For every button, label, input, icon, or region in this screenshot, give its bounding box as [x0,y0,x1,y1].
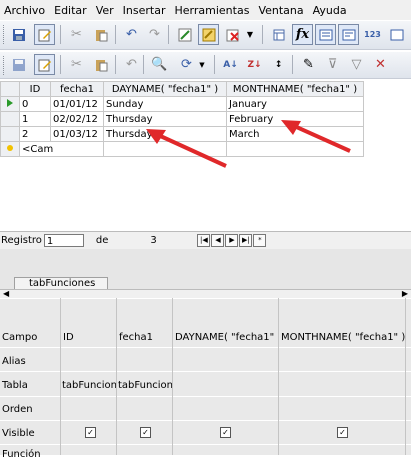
field-cell[interactable]: MONTHNAME( "fecha1" ) [281,332,405,343]
redo-icon[interactable]: ↷ [144,24,165,45]
last-record-button[interactable]: ▶| [239,234,253,247]
row-label-visible: Visible [2,428,35,439]
design-view-icon[interactable] [174,24,195,45]
menu-editar[interactable]: Editar [50,4,92,17]
table-cell[interactable]: January [226,96,364,112]
row-header[interactable] [0,126,20,142]
chevron-down-icon[interactable]: ▼ [196,54,208,75]
chevron-down-icon[interactable]: ▼ [244,24,256,45]
table-window-title: tabFunciones [29,278,96,289]
add-table-icon[interactable] [268,24,289,45]
cut-icon[interactable]: ✂ [66,24,87,45]
new-record-cell[interactable]: <Cam [19,141,104,157]
row-label-orden: Orden [2,404,33,415]
sort-icon[interactable]: ↕ [268,54,289,75]
record-number-input[interactable]: 1 [43,234,84,247]
undo-icon[interactable]: ↶ [121,24,142,45]
row-header[interactable] [0,111,20,127]
menu-herramientas[interactable]: Herramientas [171,4,255,17]
previous-record-button[interactable]: ◀ [211,234,225,247]
sort-descending-icon[interactable]: Z↓ [244,54,265,75]
table-names-icon[interactable] [338,24,359,45]
red-arrow-annotation [281,120,351,153]
table-cell[interactable]: 02/02/12 [50,111,104,127]
first-record-button[interactable]: |◀ [197,234,211,247]
scroll-right-icon[interactable]: ▶ [402,289,408,298]
result-grid: ID fecha1 DAYNAME( "fecha1" ) MONTHNAME(… [0,81,411,231]
column-header[interactable]: fecha1 [50,81,104,97]
corner-cell[interactable] [0,81,20,97]
red-arrow-annotation [146,129,227,168]
toolbar-grip[interactable] [3,25,7,44]
record-navigation-bar: Registro 1 de 3 |◀ ◀ ▶ ▶| * [0,231,411,249]
menu-ver[interactable]: Ver [92,4,119,17]
record-count: 3 [150,235,157,246]
edit-icon[interactable] [34,24,55,45]
delete-query-icon[interactable] [222,24,243,45]
field-cell[interactable]: ID [63,332,115,343]
paste-icon[interactable] [90,54,111,75]
visible-checkbox[interactable]: ✓ [85,427,96,438]
table-cell[interactable]: 01/01/12 [50,96,104,112]
save-record-icon[interactable] [8,54,29,75]
column-header[interactable]: DAYNAME( "fecha1" ) [103,81,227,97]
functions-icon[interactable]: fx [292,24,313,45]
table-cell[interactable]: Thursday [103,111,227,127]
find-icon[interactable]: 🔍 [149,54,170,75]
column-header[interactable]: ID [19,81,51,97]
current-row-marker[interactable] [0,96,20,112]
table-row[interactable]: 0 01/01/12 Sunday January [0,96,364,112]
distinct-icon[interactable] [386,24,407,45]
paste-icon[interactable] [90,24,111,45]
query-design-grid: Campo Alias Tabla Orden Visible Función … [0,298,411,460]
new-record-button[interactable]: * [253,234,267,247]
table-cell[interactable]: tabFuncion [118,380,172,391]
alias-icon[interactable] [315,24,336,45]
sql-view-icon[interactable] [198,24,219,45]
of-label: de [95,235,109,246]
visible-checkbox[interactable]: ✓ [337,427,348,438]
remove-filter-icon[interactable]: ✕ [370,54,391,75]
refresh-icon[interactable]: ⟳ [176,54,197,75]
table-layout-area: tabFunciones [0,249,411,291]
autofilter-icon[interactable]: ✎ [298,54,319,75]
row-label-alias: Alias [2,356,26,367]
limit-icon[interactable]: 123 [362,24,383,45]
new-row-marker[interactable] [0,141,20,157]
visible-checkbox[interactable]: ✓ [220,427,231,438]
menu-bar: Archivo Editar Ver Insertar Herramientas… [0,0,411,20]
table-cell[interactable]: 2 [19,126,51,142]
undo-icon[interactable]: ↶ [121,54,142,75]
table-cell[interactable]: Sunday [103,96,227,112]
toolbar-grip[interactable] [3,56,7,75]
cut-icon[interactable]: ✂ [66,54,87,75]
query-design-toolbar: ✂ ↶ ↷ ▼ fx 123 [0,21,411,50]
menu-archivo[interactable]: Archivo [0,4,50,17]
record-label: Registro [1,235,42,246]
table-cell[interactable]: 0 [19,96,51,112]
sort-ascending-icon[interactable]: A↓ [220,54,241,75]
scroll-left-icon[interactable]: ◀ [3,289,9,298]
menu-ayuda[interactable]: Ayuda [309,4,352,17]
field-cell[interactable]: fecha1 [119,332,171,343]
table-data-toolbar: ✂ ↶ 🔍 ⟳ ▼ A↓ Z↓ ↕ ✎ ⊽ ▽ ✕ [0,52,411,79]
column-header[interactable]: MONTHNAME( "fecha1" ) [226,81,364,97]
table-cell[interactable]: 1 [19,111,51,127]
row-label-campo: Campo [2,332,38,343]
next-record-button[interactable]: ▶ [225,234,239,247]
menu-ventana[interactable]: Ventana [254,4,308,17]
field-cell[interactable]: DAYNAME( "fecha1" ) [175,332,277,343]
save-icon[interactable] [8,24,29,45]
table-cell[interactable]: tabFuncion [62,380,116,391]
filter-icon[interactable]: ⊽ [322,54,343,75]
table-cell[interactable]: 01/03/12 [50,126,104,142]
edit-data-icon[interactable] [34,54,55,75]
menu-insertar[interactable]: Insertar [119,4,171,17]
standard-filter-icon[interactable]: ▽ [346,54,367,75]
row-label-tabla: Tabla [2,380,28,391]
visible-checkbox[interactable]: ✓ [140,427,151,438]
